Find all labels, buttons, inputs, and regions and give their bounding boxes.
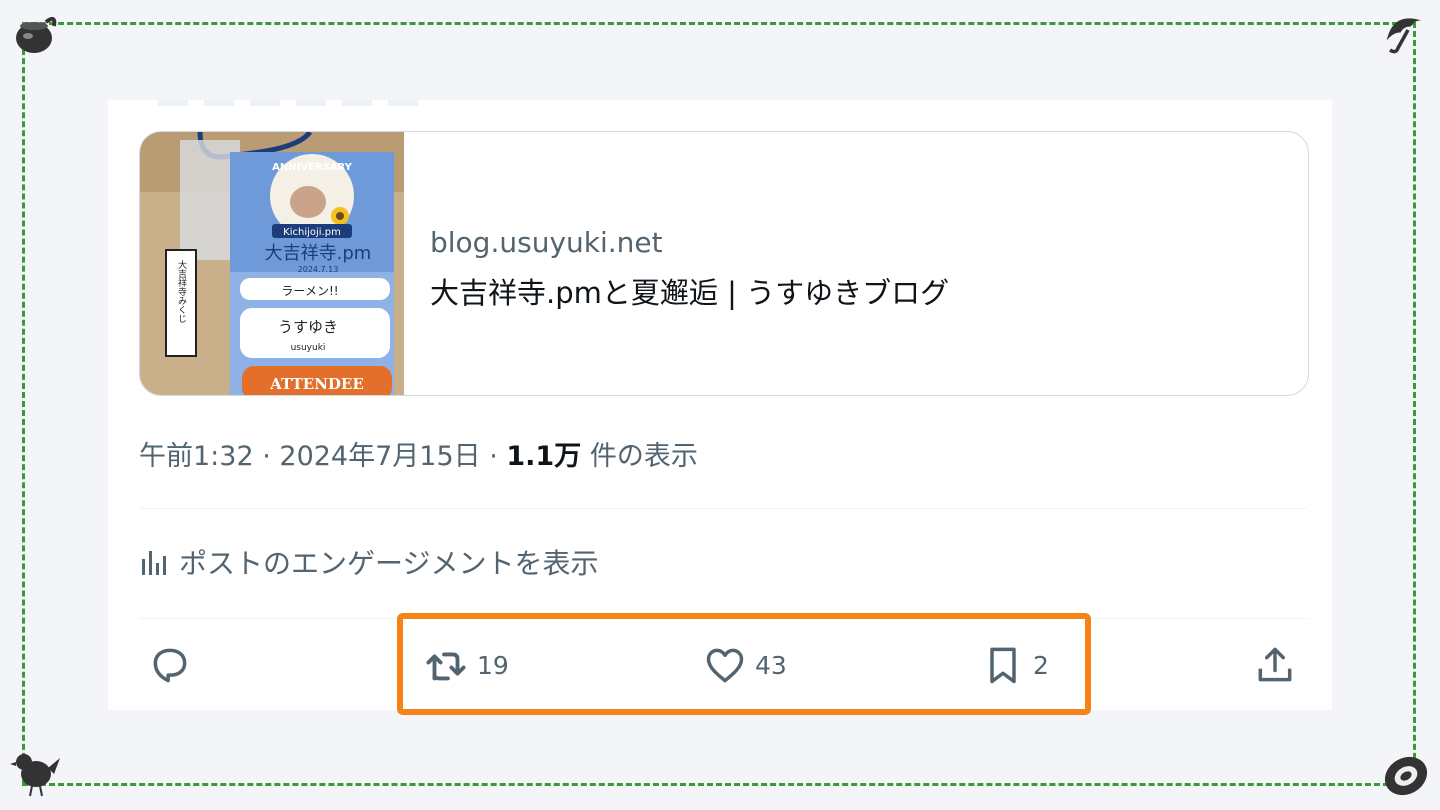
tweet-time: 午前1:32: [139, 441, 254, 472]
tweet-date: 2024年7月15日: [279, 441, 481, 472]
badge-header-text: ANNIVERSARY: [272, 162, 353, 173]
badge-name-text: うすゆき: [278, 318, 338, 336]
link-thumbnail: ANNIVERSARY Kichijoji.pm 大吉祥寺.pm 2024.7.…: [140, 132, 404, 395]
reply-icon: [153, 648, 187, 683]
view-count-label: 件の表示: [589, 441, 698, 472]
highlight-box: [397, 613, 1091, 715]
view-engagement-label: ポストのエンゲージメントを表示: [179, 547, 599, 580]
bird-icon: [10, 748, 62, 800]
badge-date-text: 2024.7.13: [298, 265, 339, 274]
link-domain: blog.usuyuki.net: [430, 226, 663, 259]
tweet-meta: 午前1:32 · 2024年7月15日 · 1.1万 件の表示: [139, 434, 698, 473]
meta-separator: ·: [253, 441, 280, 472]
umbrella-icon: [1380, 8, 1432, 60]
tire-icon: [1380, 750, 1432, 802]
link-title: 大吉祥寺.pmと夏邂逅 | うすゆきブログ: [430, 276, 950, 310]
cropped-text-fragment: [158, 100, 418, 106]
share-button[interactable]: [1253, 640, 1297, 690]
view-engagement-link[interactable]: ポストのエンゲージメントを表示: [139, 542, 598, 582]
badge-event-text: 大吉祥寺.pm: [265, 243, 372, 264]
tweet-time-link[interactable]: 午前1:32 · 2024年7月15日: [139, 441, 481, 472]
divider: [139, 508, 1307, 509]
badge-title-text: Kichijoji.pm: [283, 227, 341, 238]
bar-chart-icon: [142, 551, 166, 575]
badge-name-roman-text: usuyuki: [291, 343, 326, 353]
badge-role-text: ATTENDEE: [269, 375, 364, 393]
view-count: 1.1万: [506, 441, 582, 472]
share-icon: [1258, 647, 1292, 682]
link-preview-card[interactable]: ANNIVERSARY Kichijoji.pm 大吉祥寺.pm 2024.7.…: [139, 131, 1309, 396]
pot-icon: [8, 8, 60, 60]
badge-answer-text: ラーメン!!: [281, 284, 338, 298]
meta-separator: ·: [480, 441, 507, 472]
reply-button[interactable]: [148, 640, 192, 690]
omikuji-text: 大吉祥寺みくじ: [176, 259, 187, 323]
